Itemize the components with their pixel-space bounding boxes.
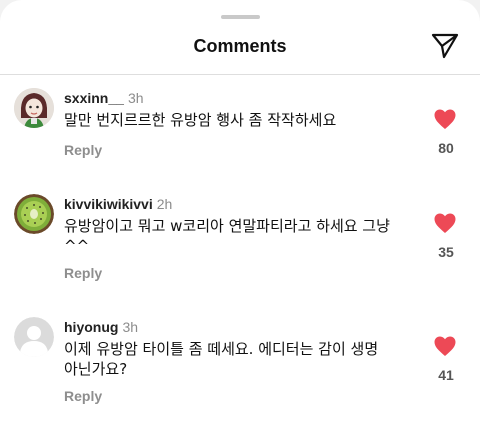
comment-text: 말만 번지르르한 유방암 행사 좀 작작하세요 xyxy=(64,111,337,129)
comment-time: 3h xyxy=(127,90,144,106)
send-icon[interactable] xyxy=(431,33,459,59)
comment-time: 3h xyxy=(122,319,139,335)
comment-item: hiyonug 3h 이제 유방암 타이틀 좀 떼세요. 에디터는 감이 생명 아… xyxy=(0,317,480,417)
reply-button[interactable]: Reply xyxy=(64,388,102,404)
avatar[interactable] xyxy=(14,88,54,128)
comments-sheet: Comments sxxinn__ 3h 말만 번지르르한 유방암 행사 좀 작작… xyxy=(0,0,480,428)
comment-text: 이제 유방암 타이틀 좀 떼세요. 에디터는 감이 생명 아닌가요? xyxy=(64,340,379,378)
like-count: 35 xyxy=(438,244,454,260)
like-count: 41 xyxy=(438,367,454,383)
heart-icon[interactable] xyxy=(433,335,457,357)
comment-time: 2h xyxy=(156,196,173,212)
avatar[interactable] xyxy=(14,194,54,234)
reply-button[interactable]: Reply xyxy=(64,265,102,281)
header-divider xyxy=(0,74,480,75)
reply-button[interactable]: Reply xyxy=(64,142,102,158)
like-count: 80 xyxy=(438,140,454,156)
comment-username[interactable]: sxxinn__ xyxy=(64,90,124,106)
heart-icon[interactable] xyxy=(433,212,457,234)
page-title: Comments xyxy=(193,36,287,56)
drag-handle[interactable] xyxy=(221,15,260,19)
comment-username[interactable]: kivvikiwikivvi xyxy=(64,196,153,212)
comment-text: 유방암이고 뭐고 w코리아 연말파티라고 하세요 그냥 ^^ xyxy=(64,217,390,255)
heart-icon[interactable] xyxy=(433,108,457,130)
comment-item: kivvikiwikivvi 2h 유방암이고 뭐고 w코리아 연말파티라고 하세… xyxy=(0,194,480,294)
comment-item: sxxinn__ 3h 말만 번지르르한 유방암 행사 좀 작작하세요 Reply… xyxy=(0,88,480,168)
comment-username[interactable]: hiyonug xyxy=(64,319,118,335)
avatar[interactable] xyxy=(14,317,54,357)
